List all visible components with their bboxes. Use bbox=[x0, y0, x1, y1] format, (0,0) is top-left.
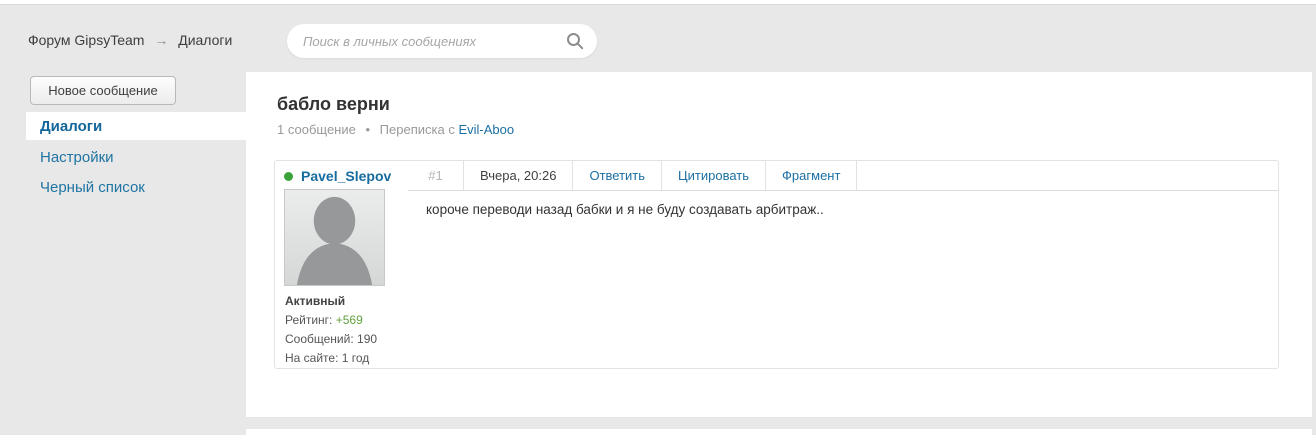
avatar[interactable] bbox=[284, 189, 385, 286]
author-status: Активный bbox=[285, 294, 346, 308]
posts-value: 190 bbox=[357, 332, 378, 346]
search-input[interactable] bbox=[303, 33, 565, 49]
sidebar-item-settings[interactable]: Настройки bbox=[40, 149, 114, 166]
author-posts: Сообщений: 190 bbox=[285, 330, 377, 349]
breadcrumb-arrow-icon: → bbox=[154, 32, 169, 48]
breadcrumb: Форум GipsyTeam → Диалоги bbox=[28, 32, 232, 48]
message-number: #1 bbox=[428, 168, 443, 183]
peer-user-link[interactable]: Evil-Aboo bbox=[458, 122, 514, 137]
meta-bullet: • bbox=[365, 122, 371, 137]
message-header-tabs: #1 Вчера, 20:26 Ответить Цитировать Фраг… bbox=[408, 161, 1278, 191]
rating-value: +569 bbox=[335, 313, 363, 327]
author-cell: Pavel_Slepov bbox=[275, 161, 408, 191]
avatar-placeholder-icon bbox=[296, 196, 373, 285]
next-section-panel bbox=[246, 429, 1312, 435]
online-status-icon bbox=[284, 171, 293, 181]
sidebar-item-blacklist[interactable]: Черный список bbox=[40, 179, 145, 196]
message-header: Pavel_Slepov #1 Вчера, 20:26 Ответить Ци… bbox=[275, 161, 1278, 191]
author-rating: Рейтинг: +569 bbox=[285, 311, 377, 330]
message-timestamp: Вчера, 20:26 bbox=[463, 161, 572, 190]
author-link[interactable]: Pavel_Slepov bbox=[301, 168, 391, 184]
thread-title: бабло верни bbox=[277, 94, 390, 114]
conversation-with-label: Переписка с bbox=[379, 122, 455, 137]
new-message-button[interactable]: Новое сообщение bbox=[30, 76, 176, 105]
onsite-label: На сайте: bbox=[285, 351, 339, 365]
fragment-button[interactable]: Фрагмент bbox=[765, 161, 856, 190]
header-filler bbox=[856, 161, 1278, 190]
onsite-value: 1 год bbox=[341, 351, 370, 365]
breadcrumb-current: Диалоги bbox=[178, 32, 233, 48]
pm-page: Форум GipsyTeam → Диалоги Новое сообщени… bbox=[0, 0, 1316, 435]
search-icon[interactable] bbox=[565, 31, 585, 51]
posts-label: Сообщений: bbox=[285, 332, 354, 346]
sidebar-item-dialogs-label: Диалоги bbox=[40, 117, 103, 135]
author-onsite: На сайте: 1 год bbox=[285, 349, 377, 368]
quote-button[interactable]: Цитировать bbox=[661, 161, 765, 190]
reply-button[interactable]: Ответить bbox=[572, 161, 661, 190]
author-stats: Активный Рейтинг: +569 Сообщений: 190 На… bbox=[285, 292, 377, 368]
sidebar-item-dialogs[interactable]: Диалоги bbox=[26, 112, 246, 140]
top-strip bbox=[0, 0, 1316, 5]
content-panel: бабло верни 1 сообщение • Переписка с Ev… bbox=[246, 72, 1312, 417]
message-body: короче переводи назад бабки и я не буду … bbox=[426, 202, 824, 217]
thread-meta: 1 сообщение • Переписка с Evil-Aboo bbox=[277, 122, 514, 137]
message-card: Pavel_Slepov #1 Вчера, 20:26 Ответить Ци… bbox=[274, 160, 1279, 369]
breadcrumb-forum-link[interactable]: Форум GipsyTeam bbox=[28, 32, 144, 48]
search-box bbox=[287, 24, 597, 58]
rating-label: Рейтинг: bbox=[285, 313, 333, 327]
message-count: 1 сообщение bbox=[277, 122, 356, 137]
